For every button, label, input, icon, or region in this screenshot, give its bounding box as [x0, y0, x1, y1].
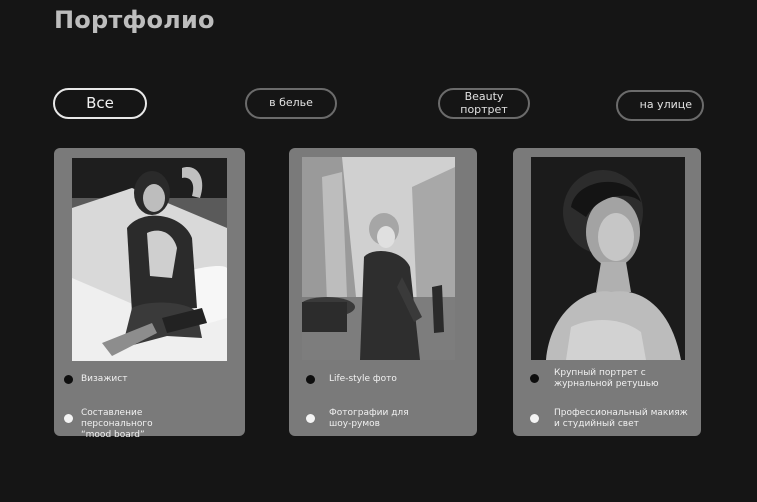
feature-text: Фотографии для шоу-румов — [329, 408, 409, 429]
bullet-dot-icon — [64, 414, 73, 423]
portfolio-card-lifestyle[interactable]: Life-style фото Фотографии для шоу-румов — [289, 148, 477, 436]
street-portrait-photo[interactable] — [302, 157, 455, 360]
bullet-dot-icon — [306, 375, 315, 384]
feature-text: Профессиональный макияж и студийный свет — [554, 408, 688, 429]
filter-street-button[interactable]: на улице — [616, 90, 704, 121]
filter-beauty-portrait-button[interactable]: Beauty портрет — [438, 88, 530, 119]
feature-text: Life-style фото — [329, 374, 397, 384]
portfolio-card-beauty[interactable]: Крупный портрет с журнальной ретушью Про… — [513, 148, 701, 436]
portfolio-card-lingerie[interactable]: Визажист Составление персонального “mood… — [54, 148, 245, 440]
filter-bar: Все в белье Beauty портрет на улице — [0, 0, 757, 140]
feature-text: Визажист — [81, 374, 128, 384]
feature-row: Фотографии для шоу-румов — [289, 406, 477, 432]
feature-text: Составление персонального “mood board” — [81, 408, 153, 440]
feature-row: Профессиональный макияж и студийный свет — [513, 406, 701, 432]
feature-row: Крупный портрет с журнальной ретушью — [513, 368, 701, 398]
bullet-dot-icon — [530, 414, 539, 423]
bedroom-portrait-photo[interactable] — [72, 158, 227, 361]
bullet-dot-icon — [530, 374, 539, 383]
beauty-portrait-photo[interactable] — [531, 157, 685, 360]
feature-row: Визажист — [54, 372, 245, 398]
bullet-dot-icon — [306, 414, 315, 423]
filter-all-button[interactable]: Все — [53, 88, 147, 119]
bullet-dot-icon — [64, 375, 73, 384]
feature-text: Крупный портрет с журнальной ретушью — [554, 368, 659, 389]
filter-lingerie-button[interactable]: в белье — [245, 88, 337, 119]
filter-beauty-portrait-label: Beauty портрет — [460, 89, 508, 116]
feature-row: Составление персонального “mood board” — [54, 406, 245, 440]
feature-row: Life-style фото — [289, 372, 477, 398]
